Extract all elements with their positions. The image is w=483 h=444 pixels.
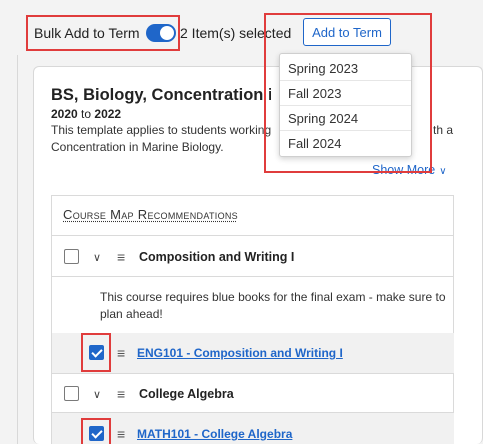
bulk-add-label: Bulk Add to Term xyxy=(34,25,140,41)
term-option-fall-2024[interactable]: Fall 2024 xyxy=(280,131,411,156)
term-dropdown-menu: Spring 2023 Fall 2023 Spring 2024 Fall 2… xyxy=(279,53,412,157)
bulk-add-toggle-group: Bulk Add to Term xyxy=(26,15,180,51)
template-description-line1: This template applies to students workin… xyxy=(51,123,272,137)
chevron-down-icon[interactable]: ∨ xyxy=(93,251,101,264)
template-description-line1-tail: th a xyxy=(433,123,454,137)
chevron-down-icon: ∨ xyxy=(439,166,447,177)
drag-handle-icon[interactable]: ≡ xyxy=(117,387,125,401)
course-link-math101[interactable]: MATH101 - College Algebra xyxy=(137,427,292,441)
term-option-spring-2024[interactable]: Spring 2024 xyxy=(280,106,411,131)
group-title: College Algebra xyxy=(139,387,234,401)
selected-count: 2 Item(s) selected xyxy=(180,25,292,41)
template-years: 2020 to 2022 xyxy=(51,107,121,121)
course-link-eng101[interactable]: ENG101 - Composition and Writing I xyxy=(137,346,343,360)
recommendations-header-label: Course Map Recommendations xyxy=(63,207,238,222)
show-more-label: Show More xyxy=(372,163,436,177)
bulk-add-toggle[interactable] xyxy=(145,24,176,42)
divider xyxy=(52,235,454,236)
group-checkbox-composition[interactable] xyxy=(64,249,79,264)
year-end: 2022 xyxy=(94,107,122,121)
course-note: This course requires blue books for the … xyxy=(100,290,446,321)
year-to: to xyxy=(81,107,92,121)
term-option-fall-2023[interactable]: Fall 2023 xyxy=(280,81,411,106)
add-to-term-button[interactable]: Add to Term xyxy=(303,18,391,46)
divider xyxy=(52,373,454,374)
group-title: Composition and Writing I xyxy=(139,250,295,264)
group-checkbox-algebra[interactable] xyxy=(64,386,79,401)
recommendations-header: Course Map Recommendations xyxy=(63,207,238,222)
drag-handle-icon[interactable]: ≡ xyxy=(117,346,125,360)
drag-handle-icon[interactable]: ≡ xyxy=(117,250,125,264)
divider xyxy=(52,276,454,277)
chevron-down-icon[interactable]: ∨ xyxy=(93,388,101,401)
year-start: 2020 xyxy=(51,107,78,121)
template-description-line2: Concentration in Marine Biology. xyxy=(51,140,224,154)
template-title: BS, Biology, Concentration in Marine Bio… xyxy=(51,86,271,104)
drag-handle-icon[interactable]: ≡ xyxy=(117,427,125,441)
term-option-spring-2023[interactable]: Spring 2023 xyxy=(280,56,411,81)
course-checkbox-math101[interactable] xyxy=(89,426,104,441)
course-checkbox-eng101[interactable] xyxy=(89,345,104,360)
toggle-knob xyxy=(159,26,174,40)
show-more-link[interactable]: Show More ∨ xyxy=(372,163,447,177)
